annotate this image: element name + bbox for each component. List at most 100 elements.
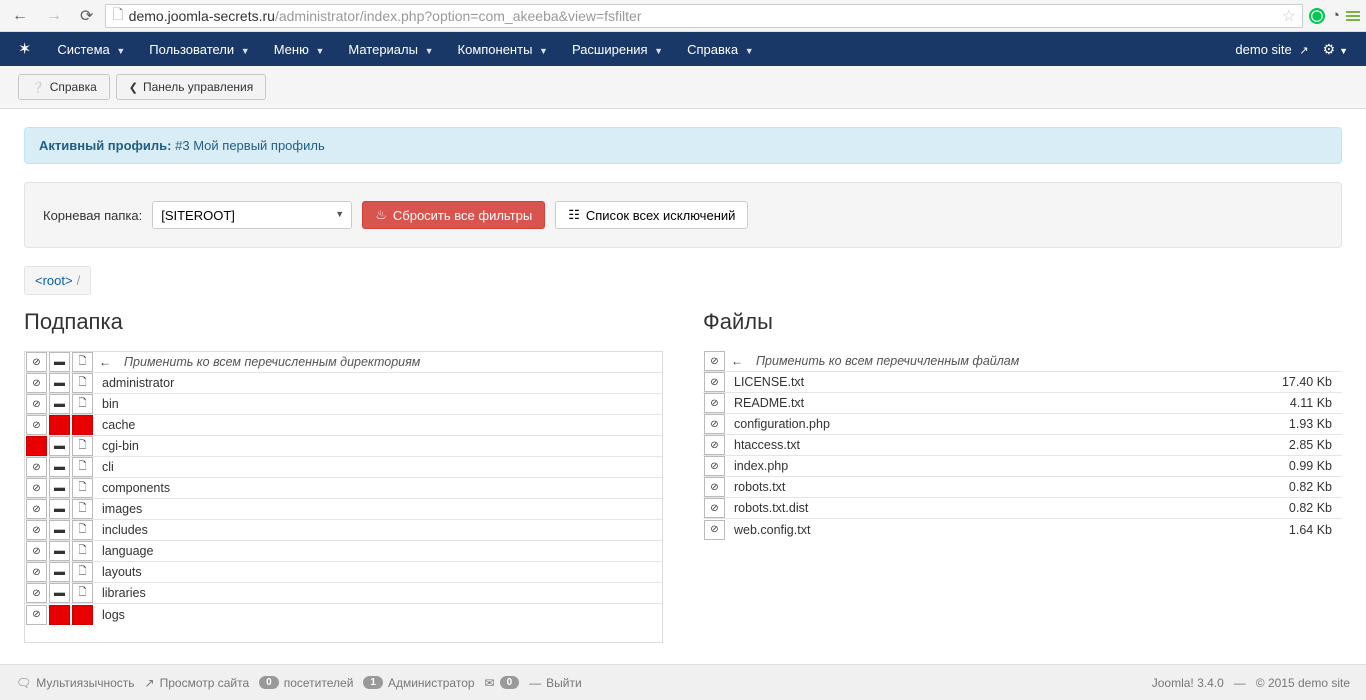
exclude-all-files-icon[interactable]: ⊘	[704, 351, 725, 371]
folder-name[interactable]: images	[94, 502, 662, 516]
multilang-link[interactable]: 🗨Мультиязычность	[16, 676, 135, 690]
forward-button[interactable]: →	[40, 4, 68, 28]
files-panel[interactable]: ⊘←Применить ко всем перечичленным файлам…	[703, 351, 1342, 643]
messages-link[interactable]: ✉0	[485, 676, 520, 690]
back-button[interactable]: ←	[6, 4, 34, 28]
filter-toggle[interactable]: ▬	[49, 562, 70, 582]
filter-toggle[interactable]: ⊘	[26, 415, 47, 435]
filter-toggle[interactable]: ▬	[49, 457, 70, 477]
folder-name[interactable]: administrator	[94, 376, 662, 390]
filter-toggle[interactable]: ⊘	[26, 457, 47, 477]
nav-item-3[interactable]: Материалы ▼	[336, 34, 445, 65]
filter-toggle[interactable]: ▬	[49, 583, 70, 603]
file-name[interactable]: configuration.php	[726, 417, 1289, 431]
filter-toggle[interactable]: ⊘	[26, 373, 47, 393]
filter-toggle[interactable]: ▬	[49, 373, 70, 393]
filter-toggle[interactable]: ▬	[49, 520, 70, 540]
folder-name[interactable]: layouts	[94, 565, 662, 579]
filter-toggle[interactable]: 🗋	[72, 478, 93, 498]
folder-name[interactable]: components	[94, 481, 662, 495]
folder-name[interactable]: cli	[94, 460, 662, 474]
file-name[interactable]: web.config.txt	[726, 523, 1289, 537]
nav-item-0[interactable]: Система ▼	[45, 34, 137, 65]
filter-toggle[interactable]: ▬	[49, 499, 70, 519]
file-filter-toggle[interactable]: ⊘	[704, 414, 725, 434]
breadcrumb-root[interactable]: <root>	[35, 273, 73, 288]
file-name[interactable]: htaccess.txt	[726, 438, 1289, 452]
filter-toggle[interactable]: ▬	[49, 394, 70, 414]
nav-item-2[interactable]: Меню ▼	[262, 34, 337, 65]
nav-item-5[interactable]: Расширения ▼	[560, 34, 675, 65]
apply-files-back-icon[interactable]: ←	[726, 354, 748, 368]
filter-toggle[interactable]: 🗋	[72, 541, 93, 561]
filter-toggle[interactable]	[72, 415, 93, 435]
settings-menu[interactable]: ⚙ ▼	[1323, 41, 1348, 58]
file-name[interactable]: index.php	[726, 459, 1289, 473]
folder-name[interactable]: includes	[94, 523, 662, 537]
folder-name[interactable]: cgi-bin	[94, 439, 662, 453]
file-all-icon[interactable]: 🗋	[72, 352, 93, 372]
nav-item-6[interactable]: Справка ▼	[675, 34, 766, 65]
filter-toggle[interactable]: ⊘	[26, 605, 47, 625]
folders-panel[interactable]: ⊘▬🗋←Применить ко всем перечисленным дире…	[24, 351, 663, 643]
file-filter-toggle[interactable]: ⊘	[704, 477, 725, 497]
filter-toggle[interactable]: ⊘	[26, 520, 47, 540]
filter-toggle[interactable]: 🗋	[72, 520, 93, 540]
file-filter-toggle[interactable]: ⊘	[704, 456, 725, 476]
filter-toggle[interactable]: ⊘	[26, 478, 47, 498]
extension-clock-icon[interactable]: ◔	[1331, 7, 1340, 24]
nav-item-1[interactable]: Пользователи ▼	[137, 34, 261, 65]
filter-toggle[interactable]: ▬	[49, 436, 70, 456]
active-profile-link[interactable]: Активный профиль: #3 Мой первый профиль	[39, 138, 325, 153]
folder-all-icon[interactable]: ▬	[49, 352, 70, 372]
filter-toggle[interactable]	[72, 605, 93, 625]
filter-toggle[interactable]	[26, 436, 47, 456]
filter-toggle[interactable]: 🗋	[72, 373, 93, 393]
filter-toggle[interactable]: ⊘	[26, 394, 47, 414]
filter-toggle[interactable]: ▬	[49, 478, 70, 498]
filter-toggle[interactable]: ▬	[49, 541, 70, 561]
file-filter-toggle[interactable]: ⊘	[704, 498, 725, 518]
site-link[interactable]: demo site	[1235, 42, 1308, 57]
exclude-all-icon[interactable]: ⊘	[26, 352, 47, 372]
folder-name[interactable]: libraries	[94, 586, 662, 600]
preview-site-link[interactable]: ↗Просмотр сайта	[145, 676, 250, 690]
filter-toggle[interactable]: ⊘	[26, 583, 47, 603]
file-name[interactable]: robots.txt	[726, 480, 1289, 494]
folder-name[interactable]: bin	[94, 397, 662, 411]
root-folder-select[interactable]: [SITEROOT]	[152, 201, 352, 229]
bookmark-star-icon[interactable]: ☆	[1282, 6, 1296, 26]
filter-toggle[interactable]: ⊘	[26, 499, 47, 519]
folder-name[interactable]: language	[94, 544, 662, 558]
extension-icon[interactable]: ◯	[1309, 8, 1325, 24]
apply-back-icon[interactable]: ←	[94, 355, 116, 369]
joomla-logo-icon[interactable]: ✶	[18, 39, 31, 59]
help-button[interactable]: ❔Справка	[18, 74, 110, 100]
filter-toggle[interactable]: ⊘	[26, 562, 47, 582]
file-filter-toggle[interactable]: ⊘	[704, 372, 725, 392]
filter-toggle[interactable]: 🗋	[72, 436, 93, 456]
reload-button[interactable]: ⟳	[74, 3, 99, 29]
file-filter-toggle[interactable]: ⊘	[704, 435, 725, 455]
visitors-count[interactable]: 0посетителей	[259, 676, 353, 690]
filter-toggle[interactable]: 🗋	[72, 562, 93, 582]
folder-name[interactable]: logs	[94, 608, 662, 622]
file-name[interactable]: robots.txt.dist	[726, 501, 1289, 515]
filter-toggle[interactable]: ⊘	[26, 541, 47, 561]
logout-link[interactable]: —Выйти	[529, 676, 582, 690]
cpanel-button[interactable]: ❮Панель управления	[116, 74, 266, 100]
nav-item-4[interactable]: Компоненты ▼	[446, 34, 560, 65]
filter-toggle[interactable]	[49, 415, 70, 435]
filter-toggle[interactable]: 🗋	[72, 499, 93, 519]
filter-toggle[interactable]: 🗋	[72, 457, 93, 477]
list-exclusions-button[interactable]: ☷Список всех исключений	[555, 201, 748, 229]
filter-toggle[interactable]: 🗋	[72, 583, 93, 603]
file-filter-toggle[interactable]: ⊘	[704, 520, 725, 540]
admins-count[interactable]: 1Администратор	[363, 676, 474, 690]
file-name[interactable]: LICENSE.txt	[726, 375, 1282, 389]
file-filter-toggle[interactable]: ⊘	[704, 393, 725, 413]
browser-menu-icon[interactable]	[1346, 11, 1360, 21]
filter-toggle[interactable]	[49, 605, 70, 625]
file-name[interactable]: README.txt	[726, 396, 1290, 410]
reset-filters-button[interactable]: ♨Сбросить все фильтры	[362, 201, 545, 229]
